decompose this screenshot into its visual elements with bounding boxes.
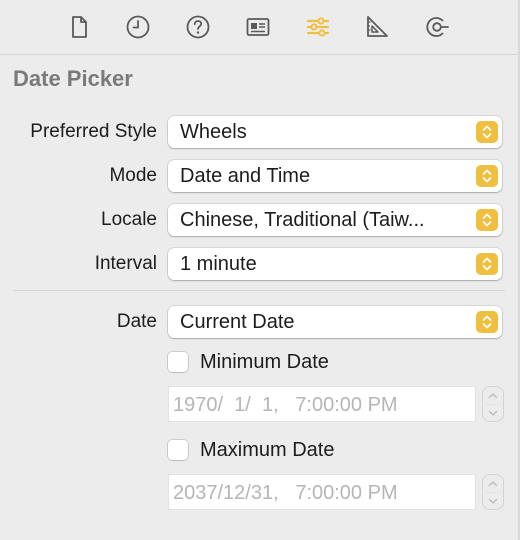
date-value: Current Date <box>180 311 295 333</box>
popup-arrows-icon <box>476 311 498 333</box>
inspector-icon <box>246 18 270 36</box>
preferred-style-label: Preferred Style <box>30 121 157 142</box>
clock-icon <box>126 15 150 39</box>
file-icon <box>72 16 87 38</box>
maximum-date-checkbox[interactable] <box>168 440 188 460</box>
minimum-date-stepper[interactable] <box>482 386 504 422</box>
stepper-up-button[interactable] <box>482 386 504 404</box>
section-title: Date Picker <box>13 66 133 91</box>
chevron-up-icon <box>488 481 498 487</box>
stepper-down-button[interactable] <box>482 404 504 422</box>
date-popup[interactable]: Current Date <box>168 306 502 338</box>
quick-help-tab[interactable] <box>182 11 214 43</box>
file-inspector-tab[interactable] <box>63 11 95 43</box>
mode-value: Date and Time <box>180 165 311 187</box>
chevron-up-icon <box>488 393 498 399</box>
chevron-down-icon <box>488 498 498 504</box>
connections-inspector-tab[interactable] <box>421 11 453 43</box>
popup-arrows-icon <box>476 165 498 187</box>
date-label: Date <box>116 311 157 332</box>
maximum-date-row: Maximum Date <box>168 437 334 463</box>
preferred-style-popup[interactable]: Wheels <box>168 116 502 148</box>
help-icon <box>186 15 210 39</box>
minimum-date-label: Minimum Date <box>200 350 329 373</box>
locale-popup[interactable]: Chinese, Traditional (Taiw... <box>168 204 502 236</box>
maximum-date-stepper[interactable] <box>482 474 504 510</box>
attributes-inspector-tab[interactable] <box>302 11 334 43</box>
ruler-icon <box>367 16 388 37</box>
maximum-date-label: Maximum Date <box>200 438 335 461</box>
maximum-date-field[interactable]: 2037/12/31, 7:00:00 PM <box>168 474 476 510</box>
locale-label: Locale <box>101 209 157 230</box>
locale-value: Chinese, Traditional (Taiw... <box>180 209 425 231</box>
popup-arrows-icon <box>476 209 498 231</box>
connections-icon <box>426 17 449 37</box>
identity-inspector-tab[interactable] <box>242 11 274 43</box>
size-inspector-tab[interactable] <box>361 11 393 43</box>
mode-label: Mode <box>109 165 157 186</box>
interval-label: Interval <box>94 253 157 274</box>
maximum-date-value: 2037/12/31, 7:00:00 PM <box>173 482 398 504</box>
chevron-down-icon <box>488 410 498 416</box>
section-divider <box>13 290 505 291</box>
history-inspector-tab[interactable] <box>122 11 154 43</box>
minimum-date-field[interactable]: 1970/ 1/ 1, 7:00:00 PM <box>168 386 476 422</box>
minimum-date-value: 1970/ 1/ 1, 7:00:00 PM <box>173 394 398 416</box>
interval-popup[interactable]: 1 minute <box>168 248 502 280</box>
interval-value: 1 minute <box>180 253 257 275</box>
minimum-date-row: Minimum Date <box>168 349 329 375</box>
inspector-toolbar <box>0 0 518 55</box>
stepper-down-button[interactable] <box>482 492 504 510</box>
popup-arrows-icon <box>476 121 498 143</box>
minimum-date-checkbox[interactable] <box>168 352 188 372</box>
preferred-style-value: Wheels <box>180 121 247 143</box>
popup-arrows-icon <box>476 253 498 275</box>
mode-popup[interactable]: Date and Time <box>168 160 502 192</box>
stepper-up-button[interactable] <box>482 474 504 492</box>
attributes-icon <box>306 17 330 37</box>
